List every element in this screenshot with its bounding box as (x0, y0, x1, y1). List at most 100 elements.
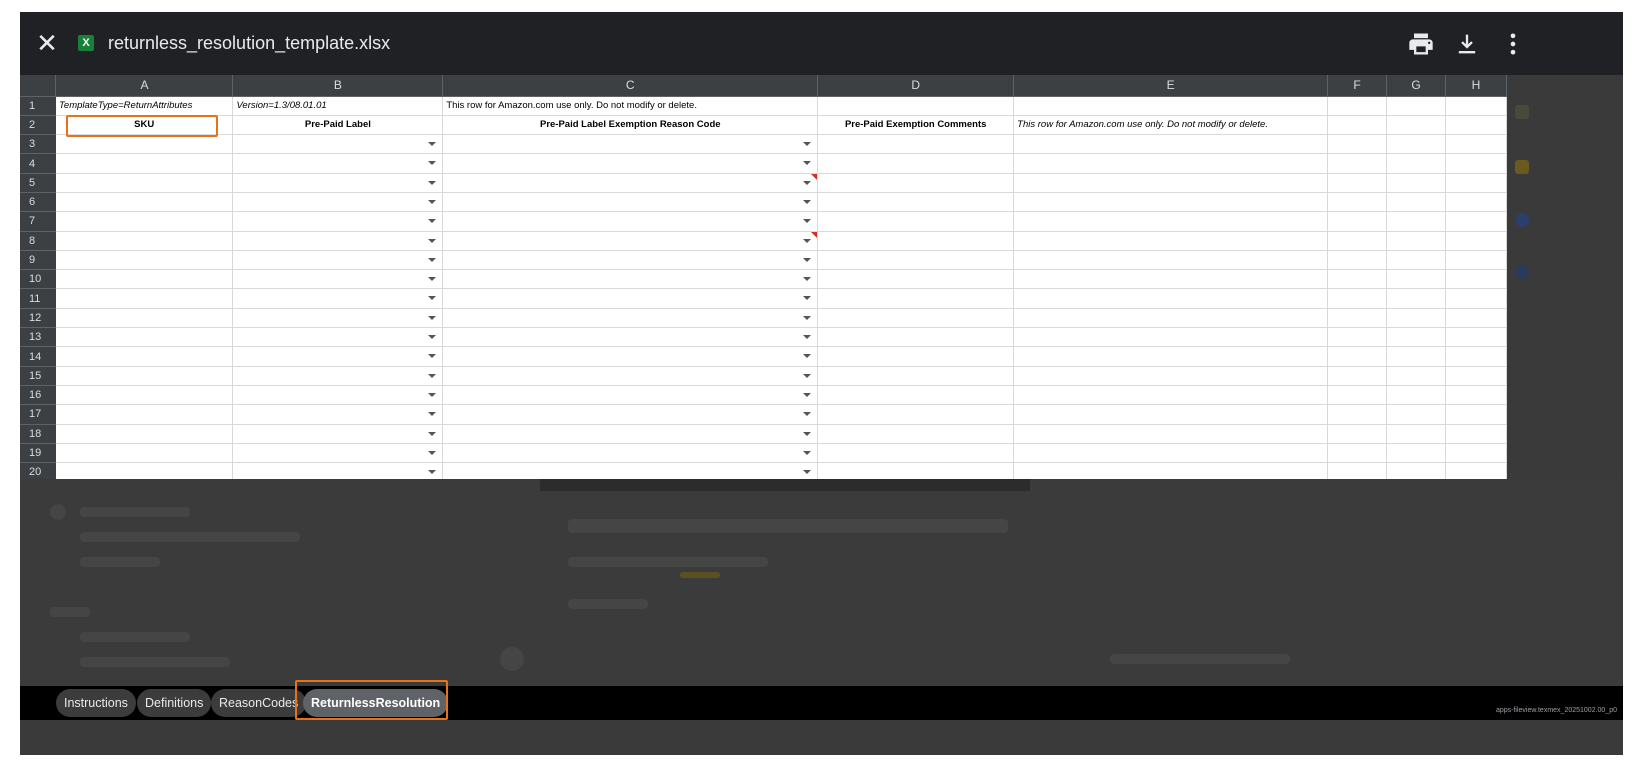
print-icon[interactable] (1407, 30, 1435, 58)
close-icon[interactable]: ✕ (34, 30, 60, 56)
cell-b19[interactable] (232, 443, 444, 464)
cell-e3[interactable] (1013, 134, 1329, 155)
column-header-a[interactable]: A (55, 75, 234, 97)
cell-e13[interactable] (1013, 327, 1329, 348)
cell-b14[interactable] (232, 346, 444, 367)
cell-f8[interactable] (1327, 231, 1388, 251)
cell-c16[interactable] (442, 385, 819, 406)
cell-b8[interactable] (232, 231, 444, 251)
side-panel-icon[interactable] (1515, 160, 1529, 174)
cell-a19[interactable] (55, 443, 234, 464)
cell-g14[interactable] (1386, 346, 1446, 367)
cell-f18[interactable] (1327, 424, 1388, 444)
cell-g10[interactable] (1386, 269, 1446, 290)
cell-b10[interactable] (232, 269, 444, 290)
cell-f2[interactable] (1327, 115, 1388, 136)
cell-c4[interactable] (442, 153, 819, 174)
column-header-e[interactable]: E (1013, 75, 1329, 97)
cell-e8[interactable] (1013, 231, 1329, 251)
cell-b20[interactable] (232, 462, 444, 479)
cell-d7[interactable] (817, 211, 1015, 232)
cell-e18[interactable] (1013, 424, 1329, 444)
cell-b3[interactable] (232, 134, 444, 155)
cell-h11[interactable] (1445, 288, 1507, 309)
cell-g16[interactable] (1386, 385, 1446, 406)
row-header-15[interactable]: 15 (20, 366, 56, 386)
cell-c5[interactable] (442, 173, 819, 193)
cell-b13[interactable] (232, 327, 444, 348)
cell-h12[interactable] (1445, 308, 1507, 329)
tab-reasoncodes[interactable]: ReasonCodes (211, 689, 307, 717)
side-panel-icon[interactable] (1515, 213, 1529, 227)
spreadsheet-grid[interactable]: A B C D E F G H 1 TemplateType=ReturnAtt… (20, 75, 1507, 479)
cell-c20[interactable] (442, 462, 819, 479)
column-header-f[interactable]: F (1327, 75, 1388, 97)
cell-f5[interactable] (1327, 173, 1388, 193)
cell-a3[interactable] (55, 134, 234, 155)
cell-f20[interactable] (1327, 462, 1388, 479)
cell-d14[interactable] (817, 346, 1015, 367)
cell-e6[interactable] (1013, 192, 1329, 213)
cell-a15[interactable] (55, 366, 234, 386)
column-header-b[interactable]: B (232, 75, 444, 97)
cell-h19[interactable] (1445, 443, 1507, 464)
row-header-5[interactable]: 5 (20, 173, 56, 193)
row-header-12[interactable]: 12 (20, 308, 56, 329)
row-header-13[interactable]: 13 (20, 327, 56, 348)
cell-h17[interactable] (1445, 404, 1507, 425)
cell-f6[interactable] (1327, 192, 1388, 213)
cell-b16[interactable] (232, 385, 444, 406)
cell-a20[interactable] (55, 462, 234, 479)
cell-e1[interactable] (1013, 96, 1329, 116)
cell-g19[interactable] (1386, 443, 1446, 464)
cell-f12[interactable] (1327, 308, 1388, 329)
cell-f14[interactable] (1327, 346, 1388, 367)
cell-b6[interactable] (232, 192, 444, 213)
cell-d5[interactable] (817, 173, 1015, 193)
more-vert-icon[interactable] (1499, 30, 1527, 58)
cell-f15[interactable] (1327, 366, 1388, 386)
cell-h13[interactable] (1445, 327, 1507, 348)
cell-h1[interactable] (1445, 96, 1507, 116)
cell-h7[interactable] (1445, 211, 1507, 232)
cell-f4[interactable] (1327, 153, 1388, 174)
cell-b5[interactable] (232, 173, 444, 193)
download-icon[interactable] (1453, 30, 1481, 58)
cell-f17[interactable] (1327, 404, 1388, 425)
row-header-18[interactable]: 18 (20, 424, 56, 444)
tab-definitions[interactable]: Definitions (137, 689, 212, 717)
cell-h14[interactable] (1445, 346, 1507, 367)
cell-h16[interactable] (1445, 385, 1507, 406)
cell-d18[interactable] (817, 424, 1015, 444)
cell-a6[interactable] (55, 192, 234, 213)
cell-c1[interactable]: This row for Amazon.com use only. Do not… (442, 96, 819, 116)
cell-g15[interactable] (1386, 366, 1446, 386)
cell-g20[interactable] (1386, 462, 1446, 479)
cell-b12[interactable] (232, 308, 444, 329)
cell-g2[interactable] (1386, 115, 1446, 136)
tab-returnlessresolution[interactable]: ReturnlessResolution (303, 689, 449, 717)
side-panel-icon[interactable] (1515, 105, 1529, 119)
cell-b7[interactable] (232, 211, 444, 232)
cell-h5[interactable] (1445, 173, 1507, 193)
cell-a5[interactable] (55, 173, 234, 193)
cell-a9[interactable] (55, 250, 234, 271)
cell-c3[interactable] (442, 134, 819, 155)
cell-d6[interactable] (817, 192, 1015, 213)
cell-b11[interactable] (232, 288, 444, 309)
cell-h18[interactable] (1445, 424, 1507, 444)
row-header-1[interactable]: 1 (20, 96, 56, 116)
cell-f3[interactable] (1327, 134, 1388, 155)
cell-f10[interactable] (1327, 269, 1388, 290)
cell-e16[interactable] (1013, 385, 1329, 406)
cell-g11[interactable] (1386, 288, 1446, 309)
cell-c2[interactable]: Pre-Paid Label Exemption Reason Code (442, 115, 819, 136)
cell-a16[interactable] (55, 385, 234, 406)
cell-a11[interactable] (55, 288, 234, 309)
cell-f16[interactable] (1327, 385, 1388, 406)
cell-c6[interactable] (442, 192, 819, 213)
row-header-6[interactable]: 6 (20, 192, 56, 213)
cell-c13[interactable] (442, 327, 819, 348)
cell-b2[interactable]: Pre-Paid Label (232, 115, 444, 136)
cell-b4[interactable] (232, 153, 444, 174)
